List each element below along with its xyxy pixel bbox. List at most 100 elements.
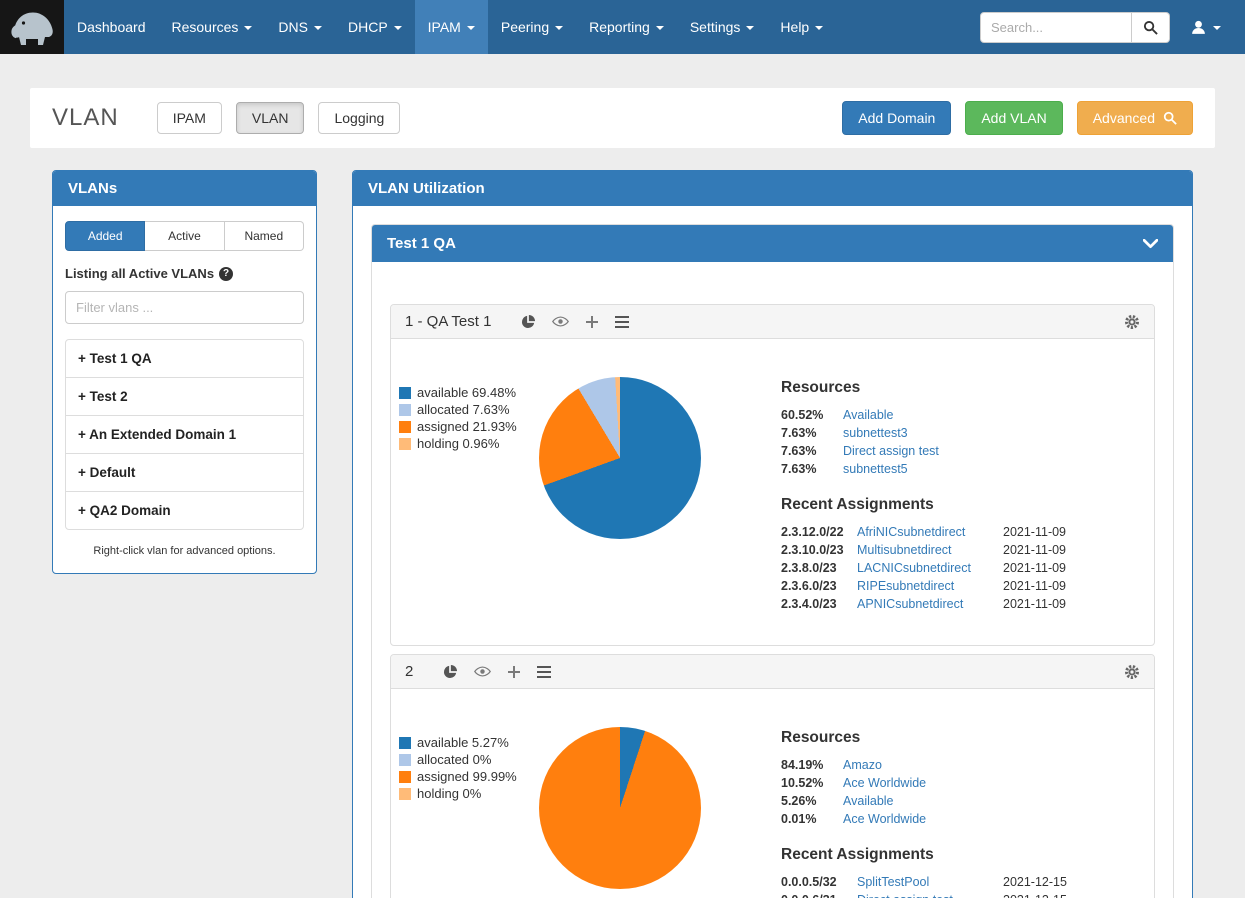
resources-heading: Resources [781,379,1081,397]
vlan-card-title: 1 - QA Test 1 [405,313,491,330]
utilization-panel-title: VLAN Utilization [368,180,485,197]
legend-item: holding 0% [399,786,539,801]
nav-label: Reporting [589,19,650,35]
chevron-down-icon[interactable] [1143,239,1158,249]
assignment-link[interactable]: LACNICsubnetdirect [857,561,1003,575]
assignment-link[interactable]: RIPEsubnetdirect [857,579,1003,593]
gear-icon[interactable] [1124,664,1140,680]
search-button[interactable] [1132,12,1170,43]
nav-dashboard[interactable]: Dashboard [64,0,159,54]
domain-panel-body: 1 - QA Test 1 [372,262,1173,898]
nav-settings[interactable]: Settings [677,0,768,54]
assignment-date: 2021-11-09 [1003,579,1081,593]
legend-label: available 69.48% [417,385,516,400]
vlan-list-item[interactable]: + Default [66,454,303,492]
assignment-cidr: 0.0.0.5/32 [781,875,857,889]
assignment-row: 2.3.8.0/23LACNICsubnetdirect2021-11-09 [781,561,1081,575]
pie-chart-icon[interactable] [521,315,535,329]
assignment-row: 2.3.6.0/23RIPEsubnetdirect2021-11-09 [781,579,1081,593]
vlan-filter-input[interactable] [65,291,304,324]
resource-row: 60.52%Available [781,408,1081,422]
assignment-link[interactable]: Multisubnetdirect [857,543,1003,557]
main-nav: Dashboard Resources DNS DHCP IPAM Peerin… [64,0,836,54]
list-icon[interactable] [537,666,551,678]
assignment-link[interactable]: SplitTestPool [857,875,1003,889]
assignment-link[interactable]: Direct assign test [857,893,1003,898]
utilization-pie-chart[interactable] [539,727,701,889]
nav-dhcp[interactable]: DHCP [335,0,415,54]
view-vlan-button[interactable]: VLAN [236,102,305,134]
add-vlan-button[interactable]: Add VLAN [965,101,1062,135]
resource-link[interactable]: Amazo [843,758,882,772]
provision-logo[interactable] [0,0,64,54]
resource-row: 84.19%Amazo [781,758,1081,772]
vlan-card: 2 [390,654,1155,898]
user-menu[interactable] [1170,19,1237,36]
tab-named[interactable]: Named [225,221,304,251]
resource-link[interactable]: Direct assign test [843,444,939,458]
resource-percent: 7.63% [781,462,843,476]
vlan-card: 1 - QA Test 1 [390,304,1155,646]
gear-icon[interactable] [1124,314,1140,330]
resource-link[interactable]: Available [843,794,894,808]
vlan-list-item[interactable]: + An Extended Domain 1 [66,416,303,454]
navbar-right [980,0,1245,54]
assignment-date: 2021-11-09 [1003,525,1081,539]
caret-down-icon [656,26,664,30]
caret-down-icon [815,26,823,30]
tab-added[interactable]: Added [65,221,145,251]
eye-icon[interactable] [552,316,569,327]
user-icon [1190,19,1207,36]
nav-peering[interactable]: Peering [488,0,576,54]
add-domain-button[interactable]: Add Domain [842,101,951,135]
nav-ipam[interactable]: IPAM [415,0,488,54]
plus-icon[interactable] [586,316,598,328]
resource-link[interactable]: Available [843,408,894,422]
assignment-date: 2021-12-15 [1003,893,1081,898]
resource-percent: 7.63% [781,444,843,458]
advanced-label: Advanced [1093,110,1155,126]
resource-link[interactable]: subnettest3 [843,426,908,440]
plus-icon[interactable] [508,666,520,678]
advanced-button[interactable]: Advanced [1077,101,1193,135]
vlan-list-item[interactable]: + QA2 Domain [66,492,303,529]
nav-dns[interactable]: DNS [265,0,335,54]
resource-link[interactable]: Ace Worldwide [843,776,926,790]
search-icon [1163,111,1177,125]
vlan-list-item[interactable]: + Test 2 [66,378,303,416]
top-navbar: Dashboard Resources DNS DHCP IPAM Peerin… [0,0,1245,54]
assignment-link[interactable]: AfriNICsubnetdirect [857,525,1003,539]
legend-item: available 5.27% [399,735,539,750]
help-icon[interactable]: ? [219,267,233,281]
nav-help[interactable]: Help [767,0,836,54]
resource-link[interactable]: Ace Worldwide [843,812,926,826]
legend-item: holding 0.96% [399,436,539,451]
list-icon[interactable] [615,316,629,328]
legend-item: assigned 99.99% [399,769,539,784]
vlan-list-item[interactable]: + Test 1 QA [66,340,303,378]
nav-reporting[interactable]: Reporting [576,0,677,54]
listing-label-row: Listing all Active VLANs ? [65,266,304,281]
utilization-pie-chart[interactable] [539,377,701,539]
resource-percent: 7.63% [781,426,843,440]
eye-icon[interactable] [474,666,491,677]
nav-label: IPAM [428,19,461,35]
resource-percent: 0.01% [781,812,843,826]
assignment-link[interactable]: APNICsubnetdirect [857,597,1003,611]
caret-down-icon [314,26,322,30]
view-logging-button[interactable]: Logging [318,102,400,134]
pie-chart-icon[interactable] [443,665,457,679]
nav-resources[interactable]: Resources [159,0,266,54]
tab-active[interactable]: Active [145,221,224,251]
page-actions: Add Domain Add VLAN Advanced [842,101,1193,135]
legend-label: assigned 99.99% [417,769,517,784]
assignment-cidr: 2.3.4.0/23 [781,597,857,611]
domain-panel-header[interactable]: Test 1 QA [372,225,1173,262]
search-input[interactable] [980,12,1132,43]
legend-label: holding 0% [417,786,481,801]
vlans-panel: VLANs Added Active Named Listing all Act… [52,170,317,574]
page-title: VLAN [52,104,119,132]
view-ipam-button[interactable]: IPAM [157,102,222,134]
resource-link[interactable]: subnettest5 [843,462,908,476]
pie-legend: available 69.48% allocated 7.63% assigne… [399,377,539,615]
